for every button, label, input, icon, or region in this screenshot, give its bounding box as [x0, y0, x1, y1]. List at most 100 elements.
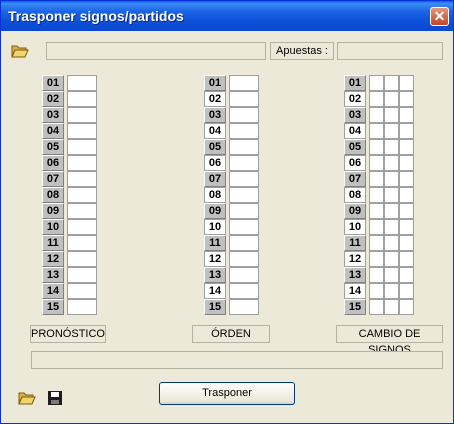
cell-input[interactable] — [229, 107, 259, 123]
row-number: 12 — [344, 251, 366, 267]
sign-input[interactable] — [399, 203, 414, 219]
cell-input[interactable] — [229, 75, 259, 91]
sign-input[interactable] — [384, 203, 399, 219]
row-number: 02 — [344, 91, 366, 107]
sign-input[interactable] — [384, 283, 399, 299]
sign-input[interactable] — [399, 251, 414, 267]
cell-input[interactable] — [67, 123, 97, 139]
sign-input[interactable] — [384, 91, 399, 107]
sign-input-row — [369, 283, 414, 299]
row-number: 14 — [42, 283, 64, 299]
sign-input[interactable] — [399, 139, 414, 155]
row-number: 09 — [344, 203, 366, 219]
sign-input[interactable] — [399, 187, 414, 203]
cell-input[interactable] — [229, 91, 259, 107]
sign-input[interactable] — [384, 187, 399, 203]
sign-input-row — [369, 251, 414, 267]
sign-input[interactable] — [369, 251, 384, 267]
sign-input[interactable] — [399, 75, 414, 91]
sign-input[interactable] — [384, 139, 399, 155]
sign-input[interactable] — [384, 235, 399, 251]
sign-input[interactable] — [369, 235, 384, 251]
row-number: 09 — [204, 203, 226, 219]
sign-input[interactable] — [369, 187, 384, 203]
cambio-label: CAMBIO DE SIGNOS — [336, 325, 443, 356]
cell-input[interactable] — [229, 123, 259, 139]
cell-input[interactable] — [229, 219, 259, 235]
row-number: 07 — [204, 171, 226, 187]
sign-input-row — [369, 203, 414, 219]
sign-input[interactable] — [369, 267, 384, 283]
sign-input[interactable] — [399, 155, 414, 171]
sign-input[interactable] — [384, 75, 399, 91]
cell-input[interactable] — [67, 251, 97, 267]
sign-input[interactable] — [369, 139, 384, 155]
sign-input[interactable] — [399, 235, 414, 251]
row-number: 15 — [42, 299, 64, 315]
cell-input[interactable] — [229, 235, 259, 251]
cell-input[interactable] — [67, 75, 97, 91]
sign-input[interactable] — [399, 123, 414, 139]
cell-input[interactable] — [229, 251, 259, 267]
cell-input[interactable] — [229, 155, 259, 171]
cell-input[interactable] — [67, 219, 97, 235]
close-button[interactable]: ✕ — [430, 7, 449, 26]
cell-input[interactable] — [229, 299, 259, 315]
sign-input[interactable] — [399, 299, 414, 315]
sign-input[interactable] — [384, 123, 399, 139]
sign-input[interactable] — [399, 91, 414, 107]
sign-input[interactable] — [384, 171, 399, 187]
row-number: 03 — [344, 107, 366, 123]
cell-input[interactable] — [67, 267, 97, 283]
cell-input[interactable] — [229, 203, 259, 219]
cell-input[interactable] — [67, 283, 97, 299]
sign-input[interactable] — [399, 171, 414, 187]
cell-input[interactable] — [67, 187, 97, 203]
cell-input[interactable] — [67, 155, 97, 171]
sign-input[interactable] — [369, 171, 384, 187]
cell-input[interactable] — [67, 107, 97, 123]
sign-input[interactable] — [384, 267, 399, 283]
cell-input[interactable] — [67, 171, 97, 187]
row-number: 09 — [42, 203, 64, 219]
sign-input[interactable] — [369, 219, 384, 235]
sign-input[interactable] — [399, 219, 414, 235]
cell-input[interactable] — [229, 171, 259, 187]
row-number: 05 — [344, 139, 366, 155]
row-number: 04 — [204, 123, 226, 139]
open-folder-icon[interactable] — [11, 43, 29, 59]
title-bar[interactable]: Trasponer signos/partidos ✕ — [1, 1, 453, 31]
row-number: 04 — [344, 123, 366, 139]
sign-input[interactable] — [384, 251, 399, 267]
open-folder-icon[interactable] — [18, 390, 36, 406]
sign-input[interactable] — [369, 155, 384, 171]
sign-input[interactable] — [399, 267, 414, 283]
sign-input[interactable] — [384, 107, 399, 123]
cell-input[interactable] — [229, 267, 259, 283]
cell-input[interactable] — [67, 299, 97, 315]
cell-input[interactable] — [67, 91, 97, 107]
sign-input[interactable] — [369, 107, 384, 123]
sign-input[interactable] — [369, 299, 384, 315]
cell-input[interactable] — [229, 187, 259, 203]
sign-input[interactable] — [369, 123, 384, 139]
sign-input[interactable] — [369, 283, 384, 299]
sign-input[interactable] — [369, 91, 384, 107]
sign-input[interactable] — [399, 283, 414, 299]
sign-input[interactable] — [384, 155, 399, 171]
cell-input[interactable] — [229, 139, 259, 155]
cell-input[interactable] — [67, 235, 97, 251]
sign-input[interactable] — [384, 219, 399, 235]
row-number: 10 — [204, 219, 226, 235]
sign-input[interactable] — [369, 203, 384, 219]
cell-input[interactable] — [67, 139, 97, 155]
window-title: Trasponer signos/partidos — [8, 8, 184, 24]
save-icon[interactable] — [46, 390, 64, 406]
sign-input[interactable] — [399, 107, 414, 123]
trasponer-button[interactable]: Trasponer — [159, 382, 295, 405]
sign-input[interactable] — [369, 75, 384, 91]
sign-input[interactable] — [384, 299, 399, 315]
file-path-field[interactable] — [46, 42, 266, 60]
cell-input[interactable] — [229, 283, 259, 299]
cell-input[interactable] — [67, 203, 97, 219]
